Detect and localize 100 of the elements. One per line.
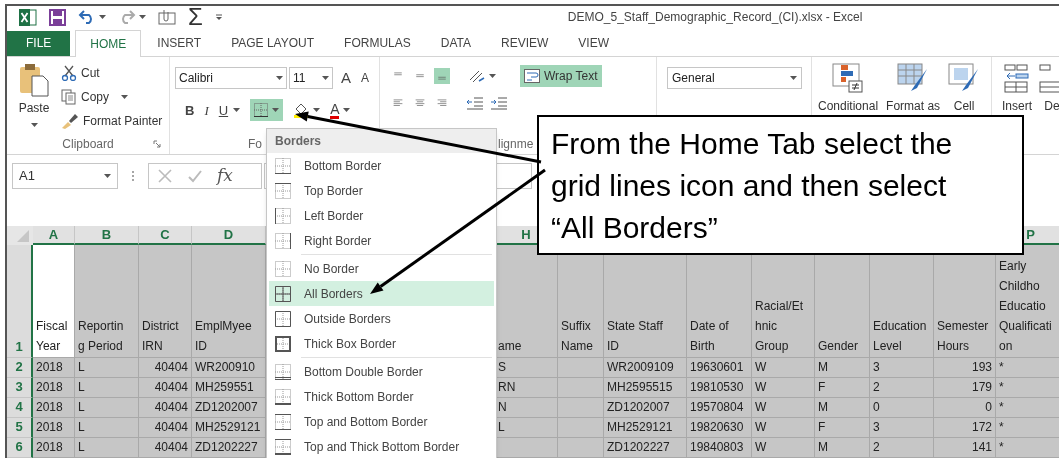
- caret-icon[interactable]: [343, 108, 351, 113]
- borders-button[interactable]: [250, 99, 284, 122]
- table-cell: Early Childho Educatio Qualificati on: [996, 245, 1059, 358]
- caret-icon[interactable]: [104, 174, 111, 179]
- row-header[interactable]: 3: [7, 378, 33, 398]
- ribbon-tab[interactable]: REVIEW: [487, 30, 563, 56]
- undo-button[interactable]: [78, 10, 106, 25]
- ribbon-tab[interactable]: INSERT: [143, 30, 216, 56]
- row-header[interactable]: 6: [7, 438, 33, 458]
- cut-button[interactable]: Cut: [61, 62, 163, 84]
- table-cell: 40404: [139, 418, 192, 438]
- table-cell: 2018: [33, 398, 75, 418]
- row-header[interactable]: 4: [7, 398, 33, 418]
- ribbon-tab[interactable]: DATA: [426, 30, 485, 56]
- table-cell: *: [996, 438, 1059, 458]
- drag-handle-icon[interactable]: [131, 170, 135, 183]
- cell-styles-button[interactable]: Cell: [948, 62, 981, 115]
- delete-cells-button[interactable]: De: [1038, 62, 1059, 115]
- ribbon-tab[interactable]: HOME: [75, 29, 142, 57]
- row-header[interactable]: 2: [7, 358, 33, 378]
- font-name-box[interactable]: Calibri: [175, 67, 287, 89]
- ribbon-tab[interactable]: FILE: [7, 30, 71, 56]
- table-cell: 2018: [33, 418, 75, 438]
- column-header[interactable]: C: [139, 226, 192, 245]
- row-header[interactable]: 5: [7, 418, 33, 438]
- border-style-icon: [275, 438, 291, 455]
- copy-button[interactable]: Copy: [61, 86, 163, 108]
- table-cell: 141: [934, 438, 996, 458]
- caret-icon[interactable]: [233, 108, 241, 113]
- table-cell: W: [752, 438, 815, 458]
- table-cell: 2018: [33, 378, 75, 398]
- wrap-text-button[interactable]: Wrap Text: [520, 64, 602, 87]
- border-grid-icon: [254, 103, 269, 118]
- table-cell: RN: [495, 378, 558, 398]
- column-header[interactable]: D: [192, 226, 266, 245]
- name-box[interactable]: A1: [12, 163, 118, 190]
- underline-button[interactable]: U: [218, 100, 241, 120]
- table-cell: ZD1202227: [604, 438, 687, 458]
- dialog-launcher-icon[interactable]: [153, 140, 161, 149]
- touch-mode-icon[interactable]: [158, 9, 176, 26]
- table-cell: M: [815, 438, 870, 458]
- bottom-align-icon[interactable]: [434, 67, 450, 84]
- caret-icon[interactable]: [139, 15, 146, 20]
- table-cell: ZD1202007: [604, 398, 687, 418]
- border-style-icon: [275, 232, 291, 249]
- table-cell: MH2529121: [604, 418, 687, 438]
- caret-icon[interactable]: [121, 95, 128, 100]
- caret-icon[interactable]: [322, 76, 329, 80]
- insert-cells-button[interactable]: Insert: [1002, 62, 1032, 115]
- format-painter-button[interactable]: Format Painter: [61, 110, 163, 132]
- save-icon[interactable]: [49, 8, 66, 26]
- format-as-table-button[interactable]: Format as: [886, 62, 941, 115]
- paste-button[interactable]: Paste: [11, 56, 57, 135]
- group-label: Fo: [248, 136, 262, 154]
- table-cell: Reportin g Period: [75, 245, 139, 358]
- grow-font-button[interactable]: A: [341, 66, 351, 90]
- table-cell: L: [75, 358, 139, 378]
- menu-item[interactable]: All Borders: [269, 281, 494, 306]
- caret-icon[interactable]: [276, 76, 283, 80]
- table-cell: District IRN: [139, 245, 192, 358]
- table-cell: M: [815, 358, 870, 378]
- table-cell: W: [752, 398, 815, 418]
- font-size-box[interactable]: 11: [289, 67, 333, 89]
- table-cell: 2018: [33, 358, 75, 378]
- table-cell: *: [996, 378, 1059, 398]
- table-cell: MH2595515: [604, 378, 687, 398]
- number-format-box[interactable]: General: [667, 66, 802, 89]
- table-cell: 179: [934, 378, 996, 398]
- conditional-formatting-button[interactable]: Conditional: [818, 62, 879, 115]
- italic-button[interactable]: I: [204, 100, 209, 120]
- caret-icon[interactable]: [30, 122, 38, 127]
- customize-toolbar-icon[interactable]: [214, 13, 223, 22]
- ribbon-tab[interactable]: PAGE LAYOUT: [217, 30, 329, 56]
- table-cell: 19810530: [687, 378, 752, 398]
- table-cell: *: [996, 418, 1059, 438]
- column-header[interactable]: A: [33, 226, 75, 245]
- insert-function-button[interactable]: fx: [217, 163, 233, 189]
- caret-icon[interactable]: [272, 108, 280, 113]
- row-header[interactable]: 1: [7, 245, 33, 358]
- caret-icon[interactable]: [790, 75, 797, 80]
- caret-icon[interactable]: [313, 108, 321, 113]
- caret-icon[interactable]: [489, 73, 496, 78]
- table-cell: 0: [870, 398, 934, 418]
- spreadsheet-app-icon: [19, 8, 37, 26]
- border-style-icon: [275, 260, 291, 277]
- table-cell: 172: [934, 418, 996, 438]
- autosum-button[interactable]: Σ: [188, 6, 203, 29]
- scissors-icon: [61, 65, 77, 82]
- table-cell: ZD1202007: [192, 398, 266, 418]
- table-cell: MH2529121: [192, 418, 266, 438]
- check-icon[interactable]: [187, 168, 203, 185]
- bold-button[interactable]: B: [185, 100, 195, 120]
- font-color-button[interactable]: A: [330, 101, 351, 119]
- column-header[interactable]: B: [75, 226, 139, 245]
- ribbon-tab[interactable]: FORMULAS: [330, 30, 425, 56]
- paintbrush-icon: [61, 113, 79, 130]
- shrink-font-button[interactable]: A: [361, 69, 370, 87]
- table-cell: W: [752, 358, 815, 378]
- ribbon-tab[interactable]: VIEW: [564, 30, 623, 56]
- caret-icon[interactable]: [99, 15, 106, 20]
